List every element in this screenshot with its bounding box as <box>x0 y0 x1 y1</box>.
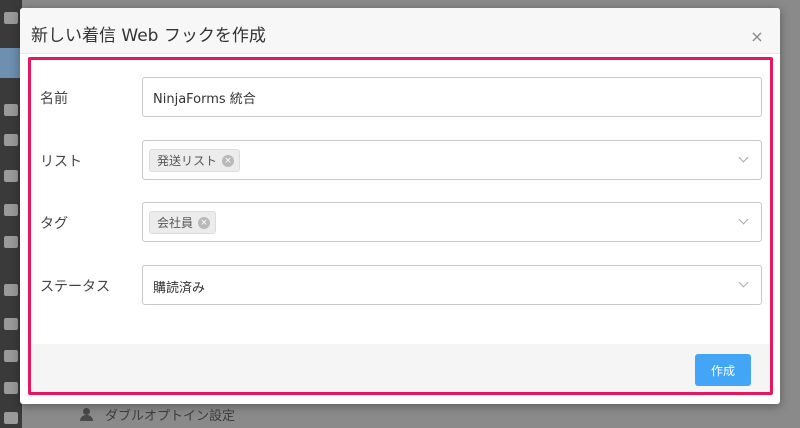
background-menu-label: ダブルオプトイン設定 <box>105 409 236 424</box>
create-webhook-modal: 新しい着信 Web フックを作成 × 名前 リスト 発送リスト × タグ <box>20 8 780 404</box>
pages-icon <box>4 170 18 182</box>
background-menu-double-optin: ダブルオプトイン設定 <box>80 405 235 424</box>
settings-icon <box>4 412 18 424</box>
forms-icon <box>4 236 18 248</box>
background-sidebar <box>0 0 22 428</box>
plugins-icon <box>4 318 18 330</box>
wrench-icon <box>4 382 18 394</box>
dashboard-icon <box>4 12 18 24</box>
modal-header: 新しい着信 Web フックを作成 × <box>20 8 780 54</box>
tools-icon <box>4 284 18 296</box>
comments-icon <box>4 204 18 216</box>
person-icon <box>80 408 93 421</box>
active-menu-icon <box>0 48 22 78</box>
modal-title: 新しい着信 Web フックを作成 <box>31 26 266 46</box>
media-icon <box>4 134 18 146</box>
pin-icon <box>4 104 18 116</box>
highlight-frame <box>28 57 773 395</box>
close-icon[interactable]: × <box>750 29 764 45</box>
users-icon <box>4 350 18 362</box>
